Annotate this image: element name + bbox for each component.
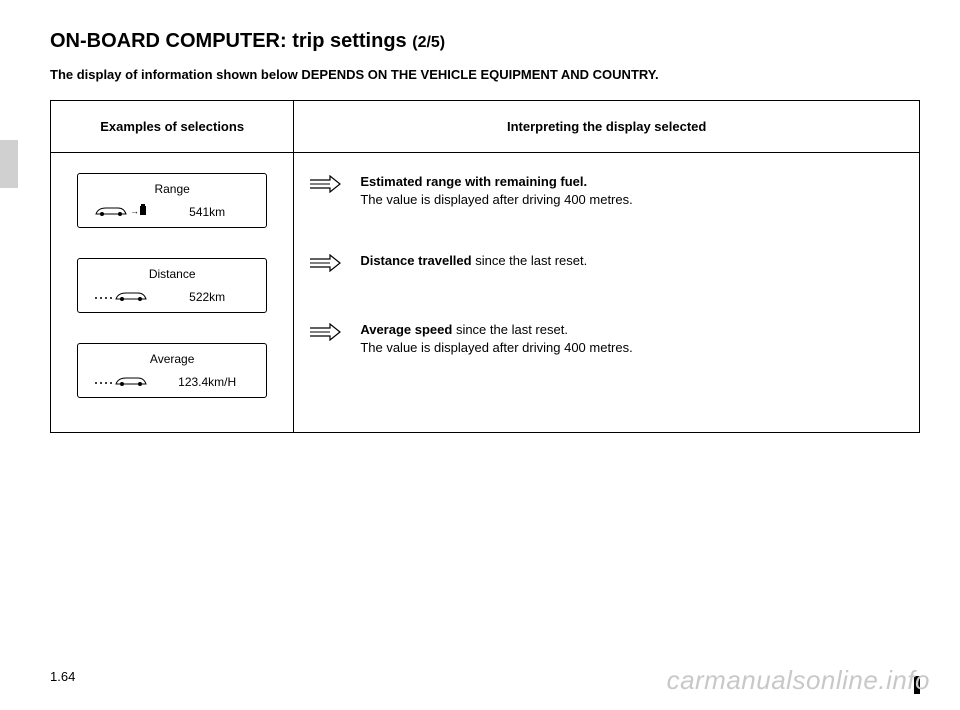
svg-text:→: → [130,206,139,216]
interp-bold: Estimated range with remaining fuel. [360,174,587,189]
display-box-range: Range → 541km [77,173,267,228]
display-label: Range [88,182,256,196]
side-tab [0,140,18,188]
interp-rest: The value is displayed after driving 400… [360,192,632,207]
interp-row-range: Estimated range with remaining fuel. The… [308,173,905,208]
interp-rest: The value is displayed after driving 400… [360,340,632,355]
interpret-cell: Estimated range with remaining fuel. The… [294,153,920,433]
car-trail-icon [94,287,150,306]
display-box-distance: Distance [77,258,267,313]
title-main: ON-BOARD COMPUTER: trip settings [50,30,407,52]
page-title: ON-BOARD COMPUTER: trip settings (2/5) [50,30,920,53]
page-subtitle: The display of information shown below D… [50,67,920,82]
watermark: carmanualsonline.info [667,665,930,696]
interp-text: Distance travelled since the last reset. [360,252,587,270]
display-box-average: Average [77,343,267,398]
car-fuel-icon: → [94,202,150,221]
display-label: Average [88,352,256,366]
display-value: 522km [158,290,256,304]
col-header-interpreting: Interpreting the display selected [294,101,920,153]
interp-row-distance: Distance travelled since the last reset. [308,252,905,277]
interp-bold: Distance travelled [360,253,471,268]
interp-row-average: Average speed since the last reset. The … [308,321,905,356]
display-value: 123.4km/H [158,375,256,389]
examples-cell: Range → 541km [51,153,294,433]
interp-bold: Average speed [360,322,452,337]
arrow-right-icon [308,323,342,346]
interp-text: Estimated range with remaining fuel. The… [360,173,632,208]
interp-inline: since the last reset. [452,322,568,337]
display-value: 541km [158,205,256,219]
settings-table: Examples of selections Interpreting the … [50,100,920,433]
title-part: (2/5) [412,34,445,51]
interp-inline: since the last reset. [472,253,588,268]
interp-text: Average speed since the last reset. The … [360,321,632,356]
display-label: Distance [88,267,256,281]
col-header-examples: Examples of selections [51,101,294,153]
arrow-right-icon [308,254,342,277]
page-number: 1.64 [50,669,75,684]
car-trail-icon [94,372,150,391]
arrow-right-icon [308,175,342,198]
